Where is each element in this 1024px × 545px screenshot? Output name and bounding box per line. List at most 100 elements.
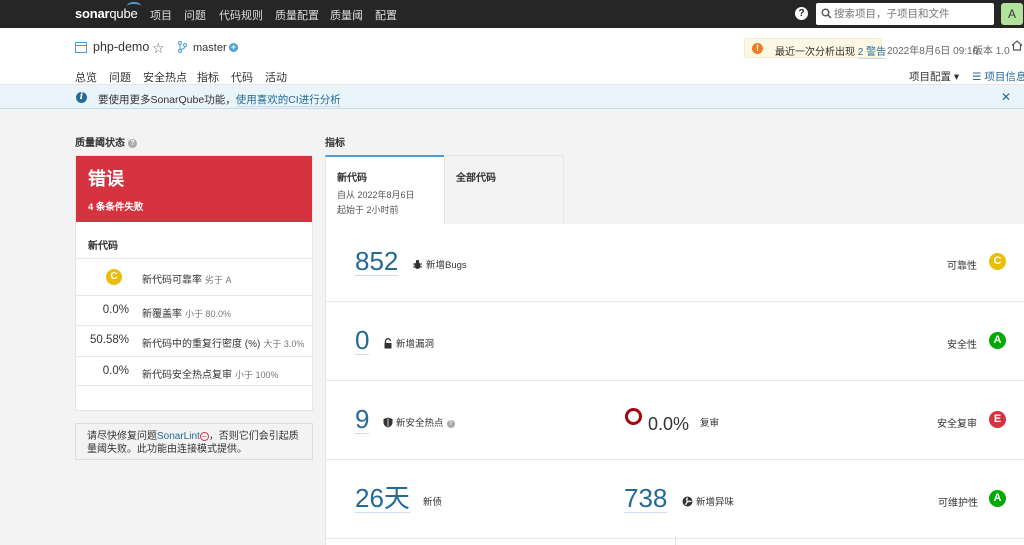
maintainability-row: 26天 新债 738 新增异味 可维护性 A bbox=[326, 461, 1024, 539]
condition-value: 50.58% bbox=[89, 334, 129, 346]
close-icon[interactable]: ✕ bbox=[1001, 90, 1011, 104]
banner-text: 要使用更多SonarQube功能， bbox=[98, 94, 236, 106]
branch-name[interactable]: master bbox=[193, 42, 227, 54]
project-info-link[interactable]: ☰ 项目信息 bbox=[972, 69, 1024, 84]
tab-activity[interactable]: 活动 bbox=[265, 69, 287, 85]
quality-gate-status: 错误 4 条条件失败 bbox=[76, 156, 312, 222]
code-smell-icon bbox=[682, 496, 693, 507]
condition-threshold: 大于 3.0% bbox=[263, 339, 305, 349]
user-avatar[interactable]: A bbox=[1001, 3, 1023, 25]
condition-threshold: 劣于 A bbox=[205, 275, 232, 285]
tab-new-code[interactable]: 新代码 自从 2022年8月6日 起始于 2小时前 bbox=[325, 155, 444, 224]
condition-threshold: 小于 100% bbox=[235, 370, 279, 380]
new-bugs-label: 新增Bugs bbox=[426, 260, 467, 271]
security-label: 安全性 bbox=[947, 340, 977, 351]
analysis-date: 2022年8月6日 09:10 bbox=[887, 46, 979, 57]
quality-gate-title-text: 质量阈状态 bbox=[75, 138, 125, 149]
tab-new-code-label: 新代码 bbox=[337, 173, 367, 184]
condition-metric: 新覆盖率 bbox=[142, 309, 182, 320]
failed-conditions-count: 4 条条件失败 bbox=[88, 202, 144, 213]
project-settings-label: 项目配置 bbox=[909, 71, 951, 83]
lock-icon bbox=[384, 338, 392, 349]
condition-value: 0.0% bbox=[102, 304, 129, 316]
quality-gate-panel: 错误 4 条条件失败 新代码 C 新代码可靠率 劣于 A 0.0% 新覆盖率 小于 … bbox=[75, 155, 313, 411]
new-vulnerabilities-label: 新增漏洞 bbox=[396, 339, 435, 350]
reliability-label: 可靠性 bbox=[947, 261, 977, 272]
new-code-smells-label: 新增异味 bbox=[696, 497, 735, 508]
shield-icon bbox=[383, 417, 393, 428]
reliability-rating-badge[interactable]: C bbox=[989, 253, 1006, 270]
nav-issues[interactable]: 问题 bbox=[184, 7, 206, 23]
tab-security-hotspots[interactable]: 安全热点 bbox=[143, 69, 187, 85]
favorite-star-icon[interactable]: ☆ bbox=[152, 40, 165, 57]
project-version: 版本 1.0 bbox=[973, 46, 1010, 57]
warning-icon: ! bbox=[752, 43, 763, 54]
sonarqube-logo[interactable]: sonarqube bbox=[75, 2, 141, 21]
global-search[interactable] bbox=[816, 3, 994, 25]
branch-icon bbox=[178, 41, 187, 53]
condition-metric: 新代码可靠率 bbox=[142, 275, 202, 286]
quality-gate-status-label: 错误 bbox=[88, 169, 124, 189]
nav-quality-gates[interactable]: 质量阈 bbox=[330, 7, 363, 23]
disconnected-icon: − bbox=[199, 432, 209, 441]
condition-metric: 新代码安全热点复审 bbox=[142, 370, 232, 381]
logo-text-sonar: sonar bbox=[75, 6, 110, 21]
search-input[interactable] bbox=[834, 6, 989, 22]
measures-title: 指标 bbox=[325, 138, 345, 149]
sonarlint-text-1: 请尽快修复问题 bbox=[87, 431, 157, 442]
help-circle-icon[interactable]: ? bbox=[446, 420, 455, 428]
project-header: php-demo ☆ master + ! 最近一次分析出现 2 警告 2022… bbox=[0, 28, 1024, 88]
condition-row[interactable]: 0.0% 新覆盖率 小于 80.0% bbox=[76, 295, 312, 325]
new-code-since-date: 自从 2022年8月6日 bbox=[337, 190, 415, 200]
caret-down-icon: ▾ bbox=[953, 71, 960, 83]
new-vulnerabilities-value[interactable]: 0 bbox=[355, 326, 370, 355]
ci-info-banner: i 要使用更多SonarQube功能，使用喜欢的CI进行分析 ✕ bbox=[0, 86, 1024, 109]
tab-issues[interactable]: 问题 bbox=[109, 69, 131, 85]
nav-projects[interactable]: 项目 bbox=[150, 7, 172, 23]
logo-arc-icon bbox=[127, 2, 141, 10]
new-bugs-value[interactable]: 852 bbox=[355, 247, 399, 276]
top-navbar: sonarqube 项目 问题 代码规则 质量配置 质量阈 配置 ? A bbox=[0, 0, 1024, 28]
help-circle-icon[interactable]: ? bbox=[128, 139, 137, 148]
maintainability-rating-badge[interactable]: A bbox=[989, 490, 1006, 507]
security-review-rating-badge[interactable]: E bbox=[989, 411, 1006, 428]
security-row: 0 新增漏洞 安全性 A bbox=[326, 303, 1024, 381]
hotspots-reviewed-label: 复审 bbox=[700, 418, 720, 429]
info-icon: i bbox=[76, 92, 87, 103]
new-hotspots-label: 新安全热点 bbox=[396, 418, 444, 429]
help-icon[interactable]: ? bbox=[795, 7, 808, 20]
condition-row[interactable]: 0.0% 新代码安全热点复审 小于 100% bbox=[76, 356, 312, 386]
divider bbox=[675, 536, 676, 545]
banner-ci-link[interactable]: 使用喜欢的CI进行分析 bbox=[235, 94, 341, 107]
nav-administration[interactable]: 配置 bbox=[375, 7, 397, 23]
new-code-section-title: 新代码 bbox=[88, 241, 118, 252]
condition-threshold: 小于 80.0% bbox=[185, 309, 232, 319]
security-rating-badge[interactable]: A bbox=[989, 332, 1006, 349]
warnings-link[interactable]: 2 警告 bbox=[857, 47, 887, 59]
project-name[interactable]: php-demo bbox=[93, 40, 149, 54]
tab-overall-code-label: 全部代码 bbox=[456, 173, 496, 184]
measures-panel: 852 新增Bugs 可靠性 C 0 新增漏洞 安全性 A 9 新安全热点 ? … bbox=[325, 224, 1024, 545]
home-icon[interactable] bbox=[1011, 40, 1023, 51]
new-code-smells-value[interactable]: 738 bbox=[624, 484, 668, 513]
hotspots-reviewed-value[interactable]: 0.0% bbox=[648, 410, 689, 438]
analysis-warning-box: ! 最近一次分析出现 2 警告 bbox=[744, 38, 887, 59]
sonarlint-link[interactable]: SonarLint bbox=[157, 431, 200, 442]
tab-measures[interactable]: 指标 bbox=[197, 69, 219, 85]
new-debt-value[interactable]: 26天 bbox=[355, 484, 410, 513]
warning-text: 最近一次分析出现 bbox=[775, 47, 855, 58]
new-hotspots-value[interactable]: 9 bbox=[355, 405, 370, 434]
condition-row[interactable]: C 新代码可靠率 劣于 A bbox=[76, 258, 312, 295]
tab-code[interactable]: 代码 bbox=[231, 69, 253, 85]
condition-row[interactable]: 50.58% 新代码中的重复行密度 (%) 大于 3.0% bbox=[76, 325, 312, 356]
rating-badge: C bbox=[106, 269, 122, 285]
project-settings-dropdown[interactable]: 项目配置 ▾ bbox=[909, 69, 959, 84]
new-debt-label: 新债 bbox=[423, 497, 443, 508]
tab-overall-code[interactable]: 全部代码 bbox=[444, 155, 564, 224]
add-branch-plus-icon[interactable]: + bbox=[229, 43, 238, 52]
condition-metric: 新代码中的重复行密度 (%) bbox=[142, 339, 261, 350]
new-code-started: 起始于 2小时前 bbox=[337, 205, 399, 215]
nav-quality-profiles[interactable]: 质量配置 bbox=[275, 7, 319, 23]
security-review-label: 安全复审 bbox=[937, 419, 977, 430]
nav-rules[interactable]: 代码规则 bbox=[219, 7, 263, 23]
